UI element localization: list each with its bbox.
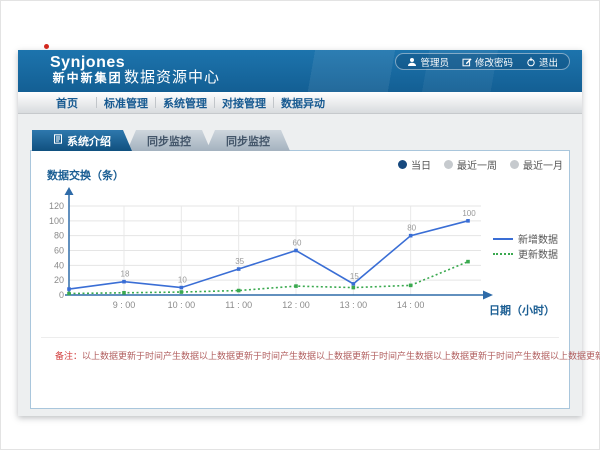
- logo-spark: [44, 44, 49, 49]
- radio-label: 最近一周: [457, 157, 497, 172]
- svg-text:18: 18: [121, 270, 130, 279]
- legend-item-updated-data: 更新数据: [493, 246, 558, 261]
- tab-bar: 系统介绍 同步监控 同步监控: [32, 130, 290, 151]
- solid-line-swatch: [493, 238, 513, 240]
- nav-item-standard-mgmt[interactable]: 标准管理: [97, 95, 155, 111]
- dashed-line-swatch: [493, 253, 513, 255]
- tab-system-intro[interactable]: 系统介绍: [32, 130, 132, 151]
- tab-label: 系统介绍: [67, 133, 111, 149]
- edit-icon: [462, 57, 472, 67]
- svg-text:13 : 00: 13 : 00: [340, 300, 368, 310]
- chart-legend: 新增数据 更新数据: [493, 231, 558, 261]
- svg-text:120: 120: [49, 201, 64, 211]
- svg-text:9 : 00: 9 : 00: [113, 300, 136, 310]
- tab-sync-monitor-2[interactable]: 同步监控: [206, 130, 290, 151]
- radio-icon: [398, 160, 407, 169]
- nav-item-interface-mgmt[interactable]: 对接管理: [215, 95, 273, 111]
- svg-text:35: 35: [235, 257, 244, 266]
- user-icon: [407, 57, 417, 67]
- svg-text:10 : 00: 10 : 00: [168, 300, 196, 310]
- x-axis-title: 日期（小时）: [489, 302, 555, 318]
- content-panel: 当日 最近一周 最近一月 数据交换（条） 0 20 40 60 80 100 120 9 : …: [30, 150, 570, 409]
- legend-item-new-data: 新增数据: [493, 231, 558, 246]
- radio-icon: [444, 160, 453, 169]
- footnote-label: 备注：: [55, 351, 82, 361]
- svg-text:40: 40: [54, 260, 64, 270]
- svg-text:10: 10: [178, 276, 187, 285]
- tab-label: 同步监控: [147, 133, 191, 149]
- brand-logo-cn: 新中新集团: [50, 72, 125, 85]
- page-title: 数据资源中心: [124, 66, 220, 87]
- user-toolbar: 管理员 修改密码 退出: [395, 53, 570, 70]
- radio-last-week[interactable]: 最近一周: [444, 157, 497, 172]
- footnote-divider: [41, 337, 559, 338]
- main-nav: 首页 标准管理 系统管理 对接管理 数据异动: [18, 92, 582, 114]
- legend-label: 更新数据: [518, 246, 558, 261]
- line-chart: 0 20 40 60 80 100 120 9 : 00 10 : 00 11 : 00 12 : …: [39, 185, 509, 317]
- nav-item-home[interactable]: 首页: [38, 95, 96, 111]
- nav-item-data-change[interactable]: 数据异动: [274, 95, 332, 111]
- user-name: 管理员: [420, 55, 449, 69]
- time-range-filter: 当日 最近一周 最近一月: [398, 157, 563, 172]
- radio-today[interactable]: 当日: [398, 157, 431, 172]
- svg-text:14 : 00: 14 : 00: [397, 300, 425, 310]
- svg-text:80: 80: [54, 231, 64, 241]
- brand-logo-en: Synjones: [50, 54, 125, 72]
- footnote-text: 以上数据更新于时间产生数据以上数据更新于时间产生数据以上数据更新于时间产生数据以…: [82, 351, 600, 361]
- power-icon: [526, 57, 536, 67]
- header-bar: Synjones 新中新集团 数据资源中心 管理员 修改密码: [18, 50, 582, 92]
- radio-last-month[interactable]: 最近一月: [510, 157, 563, 172]
- svg-text:100: 100: [49, 216, 64, 226]
- change-password-button[interactable]: 修改密码: [462, 55, 513, 69]
- svg-text:12 : 00: 12 : 00: [282, 300, 310, 310]
- svg-text:60: 60: [54, 246, 64, 256]
- svg-text:80: 80: [407, 224, 416, 233]
- page: Synjones 新中新集团 数据资源中心 管理员 修改密码: [0, 0, 600, 450]
- change-password-label: 修改密码: [475, 55, 513, 69]
- radio-label: 最近一月: [523, 157, 563, 172]
- document-icon: [53, 134, 63, 147]
- svg-text:15: 15: [350, 272, 359, 281]
- nav-item-system-mgmt[interactable]: 系统管理: [156, 95, 214, 111]
- svg-text:11 : 00: 11 : 00: [225, 300, 252, 310]
- logout-button[interactable]: 退出: [526, 55, 558, 69]
- svg-text:0: 0: [59, 290, 64, 300]
- legend-label: 新增数据: [518, 231, 558, 246]
- svg-text:100: 100: [462, 209, 476, 218]
- y-axis-title: 数据交换（条）: [47, 167, 124, 183]
- logout-label: 退出: [539, 55, 558, 69]
- tab-sync-monitor-1[interactable]: 同步监控: [127, 130, 211, 151]
- footnote: 备注：以上数据更新于时间产生数据以上数据更新于时间产生数据以上数据更新于时间产生…: [55, 349, 561, 362]
- radio-label: 当日: [411, 157, 431, 172]
- svg-text:20: 20: [54, 275, 64, 285]
- svg-text:60: 60: [293, 239, 302, 248]
- radio-icon: [510, 160, 519, 169]
- app-window: Synjones 新中新集团 数据资源中心 管理员 修改密码: [18, 50, 582, 416]
- user-menu[interactable]: 管理员: [407, 55, 449, 69]
- tab-label: 同步监控: [226, 133, 270, 149]
- brand-logo: Synjones 新中新集团: [50, 54, 125, 85]
